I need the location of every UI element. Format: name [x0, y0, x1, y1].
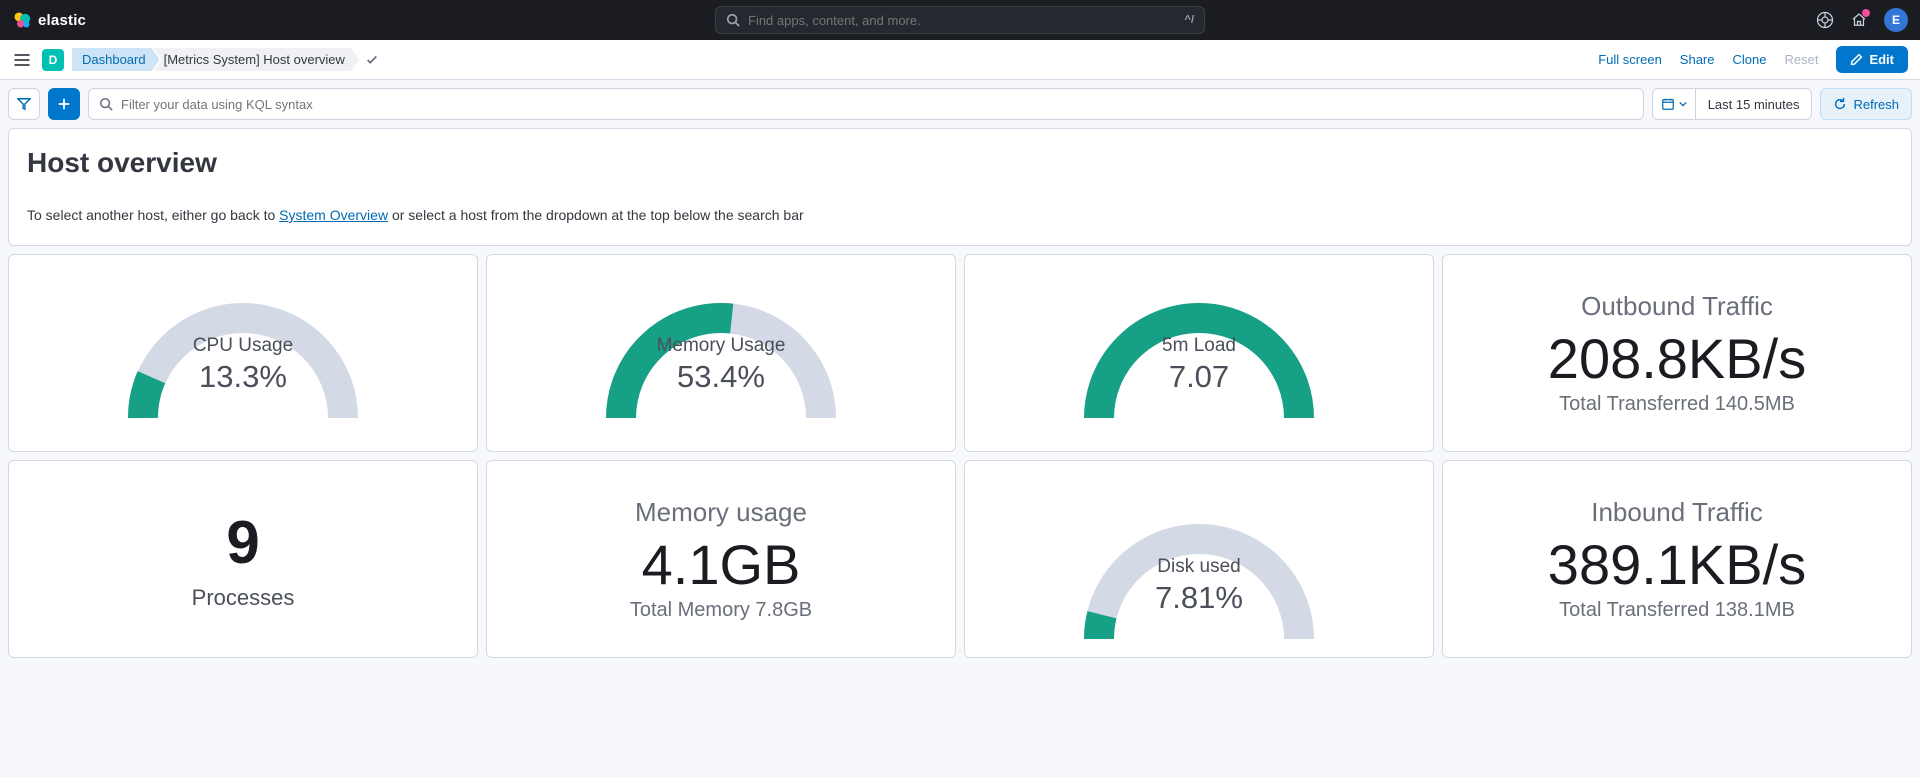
time-range-label[interactable]: Last 15 minutes — [1696, 97, 1812, 112]
panel-cpu-usage: CPU Usage 13.3% — [8, 254, 478, 452]
search-icon — [99, 97, 113, 111]
query-bar: Last 15 minutes Refresh — [0, 80, 1920, 128]
mem-abs-title: Memory usage — [630, 497, 812, 528]
filter-icon — [17, 97, 31, 111]
panel-outbound-traffic: Outbound Traffic 208.8KB/s Total Transfe… — [1442, 254, 1912, 452]
app-header: D Dashboard [Metrics System] Host overvi… — [0, 40, 1920, 80]
filter-button[interactable] — [8, 88, 40, 120]
intro-text: To select another host, either go back t… — [27, 207, 1893, 223]
panel-disk-used: Disk used 7.81% — [964, 460, 1434, 658]
disk-gauge-title: Disk used — [1059, 556, 1339, 578]
panels-grid: CPU Usage 13.3% Memory Usage 53.4% — [8, 254, 1912, 658]
mem-abs-sub: Total Memory 7.8GB — [630, 599, 812, 622]
disk-gauge-value: 7.81% — [1059, 580, 1339, 616]
edit-button-label: Edit — [1869, 52, 1894, 67]
panel-load-5m: 5m Load 7.07 — [964, 254, 1434, 452]
clone-button[interactable]: Clone — [1733, 52, 1767, 67]
reset-button: Reset — [1784, 52, 1818, 67]
chevron-down-icon — [1679, 100, 1687, 108]
pencil-icon — [1850, 53, 1863, 66]
search-shortcut-hint: ^/ — [1185, 14, 1194, 26]
load-gauge-title: 5m Load — [1059, 335, 1339, 357]
memory-gauge-value: 53.4% — [581, 359, 861, 395]
inbound-sub: Total Transferred 138.1MB — [1548, 599, 1806, 622]
add-filter-button[interactable] — [48, 88, 80, 120]
panel-inbound-traffic: Inbound Traffic 389.1KB/s Total Transfer… — [1442, 460, 1912, 658]
processes-label: Processes — [192, 585, 295, 611]
brand-name: elastic — [38, 12, 86, 29]
mem-abs-value: 4.1GB — [630, 532, 812, 597]
refresh-button-label: Refresh — [1853, 97, 1899, 112]
user-avatar[interactable]: E — [1884, 8, 1908, 32]
outbound-value: 208.8KB/s — [1548, 326, 1806, 391]
notification-dot — [1862, 9, 1870, 17]
dashboard-body: Host overview To select another host, ei… — [0, 128, 1920, 666]
inbound-title: Inbound Traffic — [1548, 497, 1806, 528]
kql-input[interactable] — [121, 97, 1633, 112]
calendar-icon — [1661, 97, 1675, 111]
check-icon — [365, 53, 379, 67]
outbound-title: Outbound Traffic — [1548, 291, 1806, 322]
inbound-value: 389.1KB/s — [1548, 532, 1806, 597]
intro-text-pre: To select another host, either go back t… — [27, 207, 279, 223]
fullscreen-button[interactable]: Full screen — [1598, 52, 1662, 67]
search-icon — [726, 13, 740, 27]
system-overview-link[interactable]: System Overview — [279, 207, 388, 223]
cpu-gauge: CPU Usage 13.3% — [103, 278, 383, 428]
global-search-input[interactable] — [748, 13, 1185, 28]
outbound-sub: Total Transferred 140.5MB — [1548, 393, 1806, 416]
elastic-logo-icon — [12, 10, 32, 30]
processes-value: 9 — [226, 508, 259, 577]
breadcrumb-dashboard[interactable]: Dashboard — [72, 48, 160, 71]
newsfeed-icon[interactable] — [1850, 11, 1868, 29]
kql-input-wrapper[interactable] — [88, 88, 1644, 120]
intro-text-post: or select a host from the dropdown at th… — [388, 207, 804, 223]
cpu-gauge-value: 13.3% — [103, 359, 383, 395]
panel-processes: 9 Processes — [8, 460, 478, 658]
app-header-actions: Full screen Share Clone Reset Edit — [1598, 46, 1908, 73]
global-header: elastic ^/ E — [0, 0, 1920, 40]
load-gauge: 5m Load 7.07 — [1059, 278, 1339, 428]
memory-gauge: Memory Usage 53.4% — [581, 278, 861, 428]
intro-panel: Host overview To select another host, ei… — [8, 128, 1912, 246]
brand-logo[interactable]: elastic — [12, 10, 86, 30]
load-gauge-value: 7.07 — [1059, 359, 1339, 395]
edit-button[interactable]: Edit — [1836, 46, 1908, 73]
breadcrumb-current: [Metrics System] Host overview — [154, 48, 359, 71]
plus-icon — [57, 97, 71, 111]
time-picker[interactable]: Last 15 minutes — [1652, 88, 1813, 120]
panel-memory-absolute: Memory usage 4.1GB Total Memory 7.8GB — [486, 460, 956, 658]
nav-toggle-icon[interactable] — [12, 50, 32, 70]
cpu-gauge-title: CPU Usage — [103, 335, 383, 357]
refresh-button[interactable]: Refresh — [1820, 88, 1912, 120]
refresh-icon — [1833, 97, 1847, 111]
global-search[interactable]: ^/ — [715, 6, 1205, 34]
memory-gauge-title: Memory Usage — [581, 335, 861, 357]
app-badge[interactable]: D — [42, 49, 64, 71]
share-button[interactable]: Share — [1680, 52, 1715, 67]
breadcrumb: Dashboard [Metrics System] Host overview — [72, 48, 379, 71]
page-title: Host overview — [27, 147, 1893, 179]
disk-gauge: Disk used 7.81% — [1059, 499, 1339, 649]
time-picker-calendar-button[interactable] — [1653, 89, 1696, 119]
panel-memory-usage: Memory Usage 53.4% — [486, 254, 956, 452]
header-right-group: E — [1816, 8, 1908, 32]
help-icon[interactable] — [1816, 11, 1834, 29]
